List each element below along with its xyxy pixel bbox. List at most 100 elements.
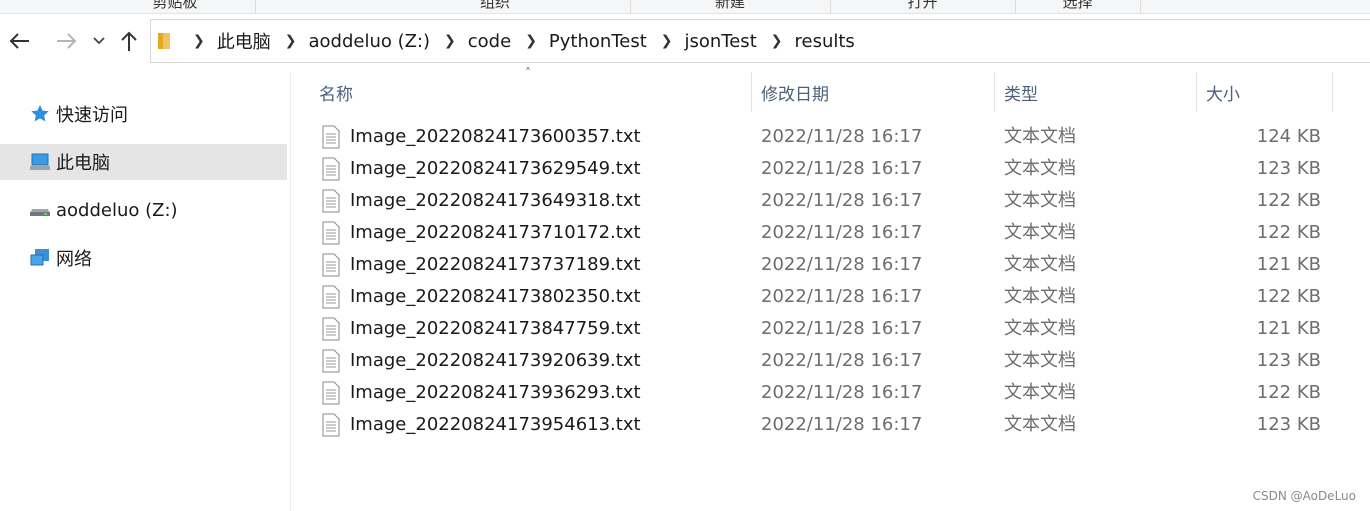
- column-header-label: 大小: [1206, 84, 1240, 105]
- file-name: Image_20220824173737189.txt: [350, 254, 641, 275]
- column-divider[interactable]: [751, 72, 752, 112]
- ribbon-bar: 剪贴板 组织 新建 打开 选择: [0, 0, 1370, 14]
- file-date: 2022/11/28 16:17: [761, 190, 923, 211]
- arrow-right-icon: [57, 33, 77, 49]
- text-file-icon: [322, 189, 340, 213]
- sidebar-item-this-pc[interactable]: 此电脑: [0, 144, 287, 180]
- file-name: Image_20220824173649318.txt: [350, 190, 641, 211]
- chevron-right-icon: ❯: [193, 33, 205, 49]
- network-icon: [28, 246, 52, 270]
- file-type: 文本文档: [1004, 350, 1076, 371]
- file-type: 文本文档: [1004, 286, 1076, 307]
- ribbon-group-label: 剪贴板: [152, 0, 198, 11]
- file-row[interactable]: Image_20220824173954613.txt 2022/11/28 1…: [305, 409, 1345, 441]
- file-size: 122 KB: [1256, 286, 1321, 307]
- file-size: 121 KB: [1256, 254, 1321, 275]
- sidebar-item-network[interactable]: 网络: [0, 240, 287, 276]
- file-type: 文本文档: [1004, 414, 1076, 435]
- file-name: Image_20220824173847759.txt: [350, 318, 641, 339]
- file-name: Image_20220824173936293.txt: [350, 382, 641, 403]
- file-name: Image_20220824173629549.txt: [350, 158, 641, 179]
- file-name: Image_20220824173600357.txt: [350, 126, 641, 147]
- file-size: 124 KB: [1256, 126, 1321, 147]
- breadcrumb-item[interactable]: ❯ code: [430, 31, 511, 52]
- file-row[interactable]: Image_20220824173600357.txt 2022/11/28 1…: [305, 121, 1345, 153]
- file-name: Image_20220824173802350.txt: [350, 286, 641, 307]
- ribbon-group-select[interactable]: 选择: [1015, 0, 1141, 13]
- file-row[interactable]: Image_20220824173802350.txt 2022/11/28 1…: [305, 281, 1345, 313]
- ribbon-group-clipboard[interactable]: 剪贴板: [95, 0, 256, 13]
- file-date: 2022/11/28 16:17: [761, 318, 923, 339]
- column-header-row: ˄ 名称 修改日期 类型 大小: [305, 66, 1345, 112]
- file-row[interactable]: Image_20220824173629549.txt 2022/11/28 1…: [305, 153, 1345, 185]
- file-name: Image_20220824173920639.txt: [350, 350, 641, 371]
- column-header-label: 修改日期: [761, 84, 829, 105]
- chevron-down-icon: [93, 37, 105, 45]
- breadcrumb-label: PythonTest: [548, 30, 647, 52]
- text-file-icon: [322, 317, 340, 341]
- watermark: CSDN @AoDeLuo: [1252, 489, 1356, 503]
- file-type: 文本文档: [1004, 190, 1076, 211]
- file-row[interactable]: Image_20220824173649318.txt 2022/11/28 1…: [305, 185, 1345, 217]
- folder-icon: [157, 32, 171, 50]
- ribbon-group-new[interactable]: 新建: [630, 0, 831, 13]
- chevron-right-icon: ❯: [660, 33, 673, 49]
- file-row[interactable]: Image_20220824173936293.txt 2022/11/28 1…: [305, 377, 1345, 409]
- computer-icon: [28, 150, 52, 174]
- breadcrumb-item[interactable]: ❯ 此电脑: [179, 28, 271, 54]
- text-file-icon: [322, 125, 340, 149]
- recent-locations-button[interactable]: [90, 28, 108, 54]
- column-header-type[interactable]: 类型: [1004, 72, 1194, 112]
- text-file-icon: [322, 253, 340, 277]
- ribbon-group-open[interactable]: 打开: [830, 0, 1016, 13]
- text-file-icon: [322, 157, 340, 181]
- breadcrumb-item[interactable]: ❯ jsonTest: [647, 31, 757, 52]
- column-header-label: 类型: [1004, 84, 1038, 105]
- chevron-right-icon: ❯: [444, 33, 456, 49]
- file-row[interactable]: Image_20220824173710172.txt 2022/11/28 1…: [305, 217, 1345, 249]
- up-button[interactable]: [116, 28, 142, 54]
- breadcrumb-label: code: [467, 30, 512, 52]
- file-size: 122 KB: [1256, 190, 1321, 211]
- sidebar-item-label: aoddeluo (Z:): [56, 199, 178, 221]
- forward-button[interactable]: [52, 28, 80, 54]
- navigation-pane: 快速访问 此电脑 aoddeluo (Z:) 网络: [0, 72, 291, 511]
- sidebar-item-label: 快速访问: [56, 105, 128, 126]
- file-size: 121 KB: [1256, 318, 1321, 339]
- file-date: 2022/11/28 16:17: [761, 286, 923, 307]
- file-size: 123 KB: [1256, 350, 1321, 371]
- column-header-name[interactable]: 名称: [319, 72, 749, 112]
- breadcrumb-item[interactable]: ❯ aoddeluo (Z:): [271, 31, 430, 52]
- address-bar[interactable]: ❯ 此电脑 ❯ aoddeluo (Z:) ❯ code ❯ PythonTest ❯ j…: [150, 19, 1370, 63]
- file-size: 122 KB: [1256, 222, 1321, 243]
- file-type: 文本文档: [1004, 382, 1076, 403]
- file-date: 2022/11/28 16:17: [761, 414, 923, 435]
- file-type: 文本文档: [1004, 318, 1076, 339]
- file-type: 文本文档: [1004, 158, 1076, 179]
- breadcrumb-label: 此电脑: [216, 32, 271, 53]
- file-size: 123 KB: [1256, 414, 1321, 435]
- breadcrumb-label: jsonTest: [684, 30, 757, 52]
- ribbon-group-organize[interactable]: 组织: [360, 0, 631, 13]
- text-file-icon: [322, 413, 340, 437]
- chevron-right-icon: ❯: [770, 33, 783, 49]
- sidebar-item-quick-access[interactable]: 快速访问: [0, 96, 287, 132]
- sidebar-item-drive-z[interactable]: aoddeluo (Z:): [0, 192, 287, 228]
- column-divider[interactable]: [1332, 72, 1333, 112]
- navigation-bar: ❯ 此电脑 ❯ aoddeluo (Z:) ❯ code ❯ PythonTest ❯ j…: [0, 14, 1370, 70]
- column-divider[interactable]: [994, 72, 995, 112]
- breadcrumb-item[interactable]: ❯ results: [757, 31, 855, 52]
- file-row[interactable]: Image_20220824173920639.txt 2022/11/28 1…: [305, 345, 1345, 377]
- file-size: 122 KB: [1256, 382, 1321, 403]
- file-type: 文本文档: [1004, 222, 1076, 243]
- back-button[interactable]: [6, 28, 34, 54]
- breadcrumb-item[interactable]: ❯ PythonTest: [511, 31, 647, 52]
- file-size: 123 KB: [1256, 158, 1321, 179]
- file-row[interactable]: Image_20220824173737189.txt 2022/11/28 1…: [305, 249, 1345, 281]
- column-header-size[interactable]: 大小: [1206, 72, 1326, 112]
- column-divider[interactable]: [1196, 72, 1197, 112]
- file-row[interactable]: Image_20220824173847759.txt 2022/11/28 1…: [305, 313, 1345, 345]
- file-date: 2022/11/28 16:17: [761, 222, 923, 243]
- ribbon-group-label: 组织: [479, 0, 510, 11]
- column-header-date[interactable]: 修改日期: [761, 72, 991, 112]
